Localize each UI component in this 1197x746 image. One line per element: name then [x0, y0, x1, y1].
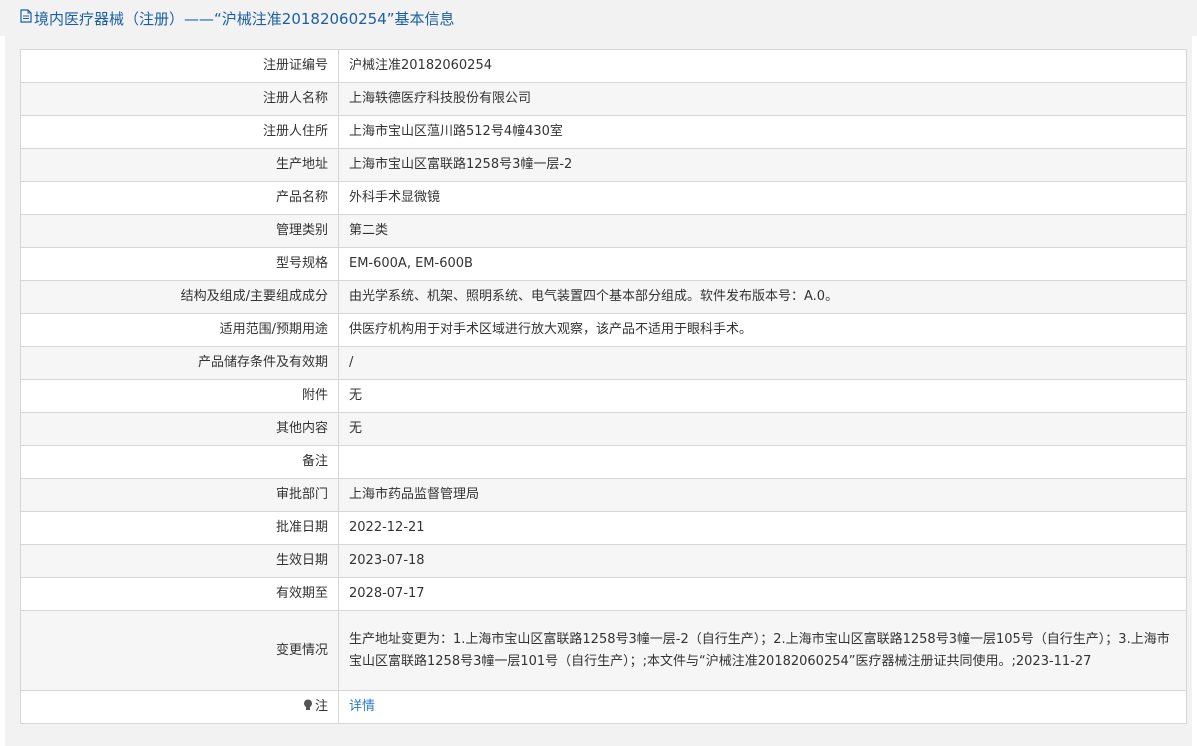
- row-value: EM-600A, EM-600B: [338, 247, 1187, 281]
- row-value: [338, 445, 1187, 479]
- table-row: 有效期至 2028-07-17: [20, 577, 1187, 611]
- bulb-icon: [303, 697, 313, 710]
- table-row: 注册人住所 上海市宝山区蕰川路512号4幢430室: [20, 115, 1187, 149]
- row-label: 备注: [20, 445, 339, 479]
- row-label: 批准日期: [20, 511, 339, 545]
- row-value: 供医疗机构用于对手术区域进行放大观察，该产品不适用于眼科手术。: [338, 313, 1187, 347]
- row-label: 变更情况: [20, 610, 339, 691]
- row-value: 2028-07-17: [338, 577, 1187, 611]
- row-value: 无: [338, 412, 1187, 446]
- row-value: 上海市药品监督管理局: [338, 478, 1187, 512]
- row-label: 注册人住所: [20, 115, 339, 149]
- row-label: 产品储存条件及有效期: [20, 346, 339, 380]
- row-label: 其他内容: [20, 412, 339, 446]
- row-label: 注册人名称: [20, 82, 339, 116]
- table-row: 生效日期 2023-07-18: [20, 544, 1187, 578]
- row-value: 第二类: [338, 214, 1187, 248]
- row-label: 生效日期: [20, 544, 339, 578]
- note-label: 注: [314, 699, 328, 714]
- table-row: 结构及组成/主要组成成分 由光学系统、机架、照明系统、电气装置四个基本部分组成。软…: [20, 280, 1187, 314]
- row-label: 有效期至: [20, 577, 339, 611]
- table-row: 生产地址 上海市宝山区富联路1258号3幢一层-2: [20, 148, 1187, 182]
- row-value: 2022-12-21: [338, 511, 1187, 545]
- row-label: 适用范围/预期用途: [20, 313, 339, 347]
- table-row: 其他内容无: [20, 412, 1187, 446]
- table-row: 注 详情: [20, 690, 1187, 724]
- table-row: 管理类别 第二类: [20, 214, 1187, 248]
- page-title: 境内医疗器械（注册）——“沪械注准20182060254”基本信息: [34, 9, 455, 28]
- row-value: 生产地址变更为：1.上海市宝山区富联路1258号3幢一层-2（自行生产）；2.上…: [338, 610, 1187, 691]
- row-label: 结构及组成/主要组成成分: [20, 280, 339, 314]
- row-label: 型号规格: [20, 247, 339, 281]
- table-row: 变更情况 生产地址变更为：1.上海市宝山区富联路1258号3幢一层-2（自行生产）…: [20, 610, 1187, 691]
- row-label: 附件: [20, 379, 339, 413]
- row-value: 2023-07-18: [338, 544, 1187, 578]
- note-value-cell: 详情: [338, 690, 1187, 724]
- row-value: 外科手术显微镜: [338, 181, 1187, 215]
- row-value: 上海轶德医疗科技股份有限公司: [338, 82, 1187, 116]
- table-row: 注册人名称 上海轶德医疗科技股份有限公司: [20, 82, 1187, 116]
- document-icon: [20, 9, 32, 27]
- row-label: 生产地址: [20, 148, 339, 182]
- row-value: 上海市宝山区富联路1258号3幢一层-2: [338, 148, 1187, 182]
- page-header: 境内医疗器械（注册）——“沪械注准20182060254”基本信息: [0, 0, 1197, 36]
- row-value: 由光学系统、机架、照明系统、电气装置四个基本部分组成。软件发布版本号：A.0。: [338, 280, 1187, 314]
- row-label: 管理类别: [20, 214, 339, 248]
- row-label: 审批部门: [20, 478, 339, 512]
- table-row: 型号规格 EM-600A, EM-600B: [20, 247, 1187, 281]
- row-value: 无: [338, 379, 1187, 413]
- table-row: 批准日期 2022-12-21: [20, 511, 1187, 545]
- info-table: 注册证编号 沪械注准20182060254 注册人名称 上海轶德医疗科技股份有限公司…: [20, 49, 1187, 724]
- row-label: 注册证编号: [20, 49, 339, 83]
- row-value: 沪械注准20182060254: [338, 49, 1187, 83]
- table-row: 附件无: [20, 379, 1187, 413]
- table-row: 产品名称 外科手术显微镜: [20, 181, 1187, 215]
- row-value: /: [338, 346, 1187, 380]
- row-value: 上海市宝山区蕰川路512号4幢430室: [338, 115, 1187, 149]
- content-area: 注册证编号 沪械注准20182060254 注册人名称 上海轶德医疗科技股份有限公司…: [5, 36, 1192, 746]
- row-label: 产品名称: [20, 181, 339, 215]
- table-row: 审批部门 上海市药品监督管理局: [20, 478, 1187, 512]
- table-row: 产品储存条件及有效期 /: [20, 346, 1187, 380]
- detail-link[interactable]: 详情: [349, 699, 375, 714]
- table-row: 注册证编号 沪械注准20182060254: [20, 49, 1187, 83]
- table-row: 适用范围/预期用途 供医疗机构用于对手术区域进行放大观察，该产品不适用于眼科手术。: [20, 313, 1187, 347]
- note-label-cell: 注: [20, 690, 339, 724]
- table-row: 备注: [20, 445, 1187, 479]
